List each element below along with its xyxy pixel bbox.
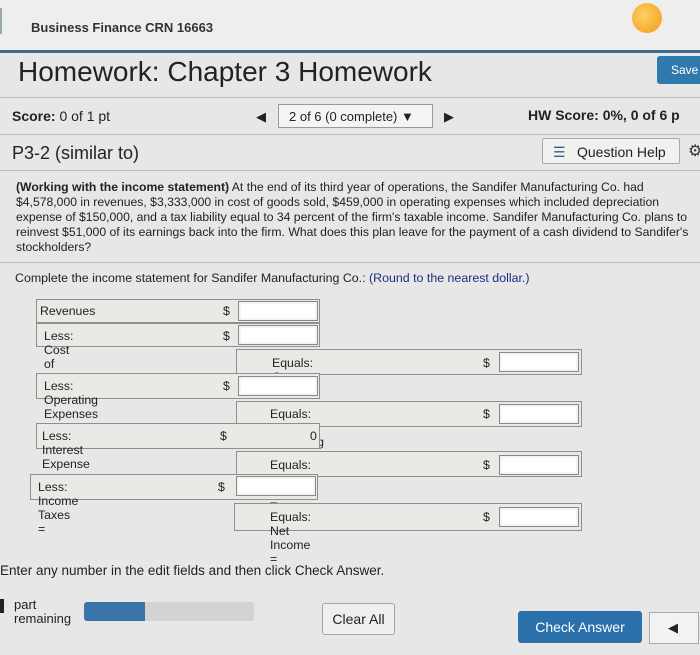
next-question-icon[interactable]: ▶ bbox=[444, 109, 454, 125]
gear-icon[interactable]: ⚙ bbox=[688, 141, 700, 161]
taxes-label: Less: Income Taxes = bbox=[38, 480, 79, 536]
part-marker bbox=[0, 599, 4, 613]
instruction-text: Complete the income statement for Sandif… bbox=[15, 271, 366, 285]
part-label: part bbox=[14, 597, 37, 612]
page-title: Homework: Chapter 3 Homework bbox=[18, 56, 432, 87]
currency-sign: $ bbox=[220, 429, 227, 443]
question-id: P3-2 (similar to) bbox=[12, 143, 140, 163]
currency-sign: $ bbox=[483, 510, 490, 524]
remaining-label: remaining bbox=[14, 611, 72, 626]
taxes-input[interactable] bbox=[236, 476, 316, 496]
cogs-input[interactable] bbox=[238, 325, 318, 345]
opex-input[interactable] bbox=[238, 376, 318, 396]
instruction: Complete the income statement for Sandif… bbox=[15, 271, 530, 285]
score-label: Score: bbox=[12, 108, 56, 124]
top-bar: Business Finance CRN 16663 bbox=[0, 0, 700, 53]
question-help-label: Question Help bbox=[577, 144, 666, 160]
back-button[interactable]: ◀ bbox=[649, 612, 699, 644]
net-income-label: Equals: Net Income = bbox=[270, 510, 312, 566]
problem-text: (Working with the income statement) At t… bbox=[16, 180, 692, 255]
parts-remaining: part remaining bbox=[14, 598, 71, 626]
currency-sign: $ bbox=[223, 329, 230, 343]
revenues-input[interactable] bbox=[238, 301, 318, 321]
gross-profit-input[interactable] bbox=[499, 352, 579, 372]
divider bbox=[0, 97, 700, 98]
net-operating-income-input[interactable] bbox=[499, 404, 579, 424]
score-text: Score: 0 of 1 pt bbox=[12, 108, 110, 124]
divider bbox=[0, 262, 700, 263]
progress-bar bbox=[84, 602, 254, 621]
score-value: 0 of 1 pt bbox=[59, 108, 111, 124]
enter-instruction: Enter any number in the edit fields and … bbox=[0, 563, 385, 578]
round-note: (Round to the nearest dollar.) bbox=[369, 271, 530, 285]
currency-sign: $ bbox=[483, 407, 490, 421]
progress-fill bbox=[84, 602, 146, 621]
back-arrow-icon: ◀ bbox=[668, 620, 678, 635]
brand-logo-icon bbox=[632, 3, 662, 33]
currency-sign: $ bbox=[223, 379, 230, 393]
net-income-input[interactable] bbox=[499, 507, 579, 527]
hw-score: HW Score: 0%, 0 of 6 p bbox=[528, 107, 680, 123]
problem-topic: (Working with the income statement) bbox=[16, 180, 230, 194]
question-help-button[interactable]: ☰ Question Help bbox=[542, 138, 680, 164]
divider bbox=[0, 170, 700, 171]
currency-sign: $ bbox=[483, 356, 490, 370]
list-icon: ☰ bbox=[553, 144, 566, 160]
course-title: Business Finance CRN 16663 bbox=[31, 20, 214, 35]
currency-sign: $ bbox=[483, 458, 490, 472]
clear-all-button[interactable]: Clear All bbox=[322, 603, 395, 635]
divider bbox=[0, 134, 700, 135]
previous-question-icon[interactable]: ◀ bbox=[256, 109, 266, 125]
currency-sign: $ bbox=[218, 480, 225, 494]
drag-grip-icon[interactable] bbox=[0, 8, 5, 34]
save-button[interactable]: Save bbox=[657, 56, 700, 84]
question-select[interactable]: 2 of 6 (0 complete) ▼ bbox=[278, 104, 433, 128]
ebt-input[interactable] bbox=[499, 455, 579, 475]
check-answer-button[interactable]: Check Answer bbox=[518, 611, 642, 643]
hw-score-value: 0%, 0 of 6 p bbox=[602, 107, 680, 123]
interest-value: 0 bbox=[310, 429, 317, 443]
hw-score-label: HW Score: bbox=[528, 107, 599, 123]
question-pager: ◀ 2 of 6 (0 complete) ▼ ▶ bbox=[248, 104, 466, 130]
currency-sign: $ bbox=[223, 304, 230, 318]
